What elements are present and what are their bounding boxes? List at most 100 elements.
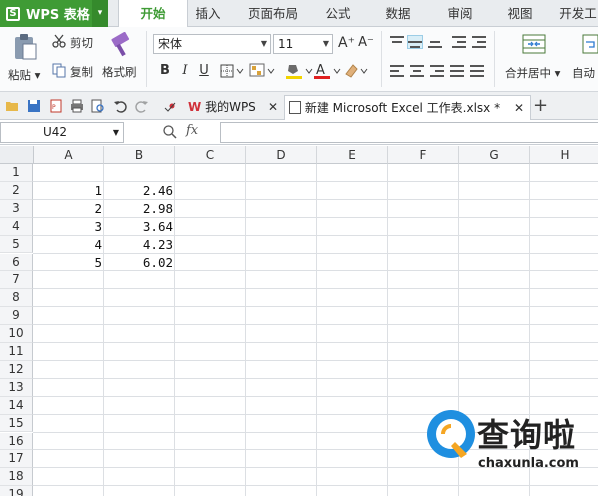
increase-indent-icon[interactable] xyxy=(472,36,486,48)
row-header[interactable]: 8 xyxy=(0,289,33,308)
row-header[interactable]: 18 xyxy=(0,468,33,487)
wrap-text-icon[interactable] xyxy=(582,32,598,56)
row-header[interactable]: 5 xyxy=(0,235,33,254)
italic-button[interactable]: I xyxy=(177,63,193,79)
copy-button[interactable]: 复制 xyxy=(70,64,93,80)
format-painter-icon[interactable] xyxy=(109,31,133,58)
row-header[interactable]: 1 xyxy=(0,164,33,182)
customize-toolbar-icon[interactable] xyxy=(163,99,177,113)
column-header[interactable]: D xyxy=(246,146,317,164)
save-icon[interactable] xyxy=(27,99,41,113)
row-header[interactable]: 15 xyxy=(0,414,33,433)
increase-font-icon[interactable]: A⁺ xyxy=(338,35,355,51)
cut-button[interactable]: 剪切 xyxy=(70,35,93,51)
print-preview-icon[interactable] xyxy=(91,99,105,113)
tab-insert[interactable]: 插入 xyxy=(188,0,228,27)
cell-b4[interactable]: 3.64 xyxy=(104,218,175,235)
format-painter-button[interactable]: 格式刷 xyxy=(102,64,137,80)
merge-center-icon[interactable] xyxy=(522,32,546,56)
row-header[interactable]: 14 xyxy=(0,396,33,415)
font-name-select[interactable]: 宋体 ▼ xyxy=(153,34,271,54)
formula-input[interactable] xyxy=(220,122,598,143)
decrease-indent-icon[interactable] xyxy=(452,36,466,48)
row-header[interactable]: 19 xyxy=(0,486,33,496)
clear-format-icon[interactable] xyxy=(343,62,373,80)
align-top-icon[interactable] xyxy=(390,36,404,48)
column-header[interactable]: F xyxy=(388,146,459,164)
border-icon[interactable] xyxy=(220,64,244,78)
row-header[interactable]: 17 xyxy=(0,450,33,469)
align-center-icon[interactable] xyxy=(410,65,424,77)
fill-pattern-icon[interactable] xyxy=(249,63,277,79)
justify-icon[interactable] xyxy=(450,65,464,77)
align-middle-icon[interactable] xyxy=(407,35,423,49)
tab-my-wps[interactable]: W 我的WPS ✕ xyxy=(186,95,286,120)
svg-text:A: A xyxy=(316,63,325,78)
open-folder-icon[interactable] xyxy=(5,99,19,113)
close-icon[interactable]: ✕ xyxy=(514,96,524,120)
column-header[interactable]: B xyxy=(104,146,175,164)
row-header[interactable]: 2 xyxy=(0,181,33,200)
tab-workbook[interactable]: 新建 Microsoft Excel 工作表.xlsx * ✕ xyxy=(284,95,531,120)
row-header[interactable]: 6 xyxy=(0,253,33,272)
app-menu-button[interactable]: S WPS 表格 ▾ xyxy=(0,0,108,27)
cell-a6[interactable]: 5 xyxy=(34,254,104,271)
copy-icon[interactable] xyxy=(52,63,66,78)
insert-function-icon[interactable]: fx xyxy=(186,123,198,138)
export-pdf-icon[interactable]: P xyxy=(49,99,63,113)
cell-b6[interactable]: 6.02 xyxy=(104,254,175,271)
row-header[interactable]: 10 xyxy=(0,325,33,343)
font-size-select[interactable]: 11 ▼ xyxy=(273,34,333,54)
row-header[interactable]: 12 xyxy=(0,360,33,379)
cell-a5[interactable]: 4 xyxy=(34,236,104,253)
row-header[interactable]: 3 xyxy=(0,199,33,218)
row-header[interactable]: 7 xyxy=(0,271,33,290)
row-header[interactable]: 9 xyxy=(0,307,33,326)
paste-icon[interactable] xyxy=(12,33,38,61)
scissors-icon[interactable] xyxy=(52,34,66,48)
tab-formulas[interactable]: 公式 xyxy=(318,0,358,27)
cell-a4[interactable]: 3 xyxy=(34,218,104,235)
cell-a3[interactable]: 2 xyxy=(34,200,104,217)
column-header[interactable]: C xyxy=(175,146,246,164)
row-header[interactable]: 11 xyxy=(0,343,33,361)
column-header[interactable]: H xyxy=(530,146,598,164)
tab-review[interactable]: 审阅 xyxy=(440,0,480,27)
row-header[interactable]: 4 xyxy=(0,217,33,236)
column-header[interactable]: A xyxy=(34,146,104,164)
close-icon[interactable]: ✕ xyxy=(268,95,278,119)
column-header[interactable]: E xyxy=(317,146,388,164)
tab-view[interactable]: 视图 xyxy=(500,0,540,27)
font-color-icon[interactable]: A xyxy=(313,62,343,80)
cell-b5[interactable]: 4.23 xyxy=(104,236,175,253)
row-header[interactable]: 16 xyxy=(0,432,33,451)
fill-color-icon[interactable] xyxy=(285,62,315,80)
print-icon[interactable] xyxy=(70,99,84,113)
align-left-icon[interactable] xyxy=(390,65,404,77)
cell-b2[interactable]: 2.46 xyxy=(104,182,175,199)
distributed-align-icon[interactable] xyxy=(470,65,484,77)
merge-center-button[interactable]: 合并居中 ▾ xyxy=(505,65,560,81)
cell-b3[interactable]: 2.98 xyxy=(104,200,175,217)
new-tab-icon[interactable]: + xyxy=(533,95,548,117)
row-header[interactable]: 13 xyxy=(0,378,33,397)
select-all-corner[interactable] xyxy=(0,146,34,164)
wrap-text-button[interactable]: 自动 xyxy=(572,65,595,81)
redo-icon[interactable] xyxy=(135,99,149,113)
underline-button[interactable]: U xyxy=(196,63,212,79)
column-header[interactable]: G xyxy=(459,146,530,164)
align-bottom-icon[interactable] xyxy=(428,36,442,48)
tab-data[interactable]: 数据 xyxy=(378,0,418,27)
paste-button[interactable]: 粘贴 ▾ xyxy=(8,67,40,83)
name-box[interactable]: U42 ▼ xyxy=(0,122,124,143)
tab-page-layout[interactable]: 页面布局 xyxy=(240,0,306,27)
zoom-icon[interactable] xyxy=(162,124,178,143)
undo-icon[interactable] xyxy=(113,99,127,113)
bold-button[interactable]: B xyxy=(157,63,173,79)
cell-a2[interactable]: 1 xyxy=(34,182,104,199)
app-menu-caret-icon[interactable]: ▾ xyxy=(92,0,108,27)
tab-developer[interactable]: 开发工 xyxy=(556,0,598,27)
decrease-font-icon[interactable]: A⁻ xyxy=(358,35,374,51)
align-right-icon[interactable] xyxy=(430,65,444,77)
tab-home[interactable]: 开始 xyxy=(118,0,188,28)
